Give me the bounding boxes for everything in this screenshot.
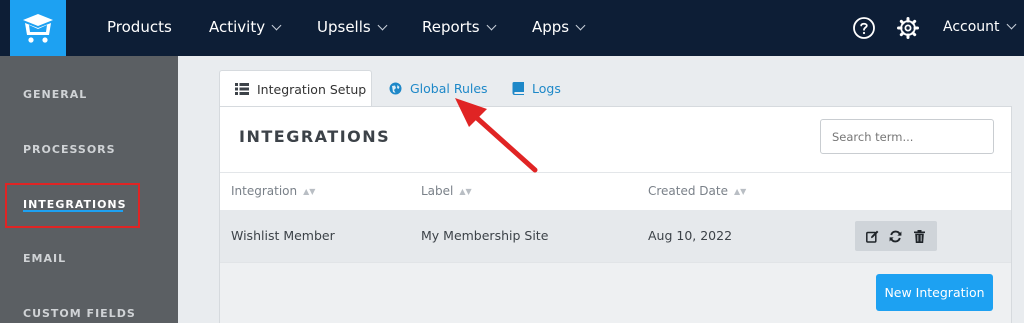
nav-apps[interactable]: Apps [532,17,586,39]
panel-title: INTEGRATIONS [239,127,391,146]
nav-reports-label: Reports [422,18,480,36]
trash-icon[interactable] [910,227,928,245]
column-header-integration[interactable]: Integration ▲▼ [231,184,315,198]
tab-global-rules-label: Global Rules [410,81,488,96]
book-icon [512,82,524,95]
sync-icon[interactable] [887,227,905,245]
top-navigation-bar: Products Activity Upsells Reports Apps A… [0,0,1024,56]
sidebar-item-processors[interactable]: PROCESSORS [23,143,116,156]
row-actions [855,221,937,251]
app-logo[interactable] [10,0,66,56]
sidebar-item-general[interactable]: GENERAL [23,88,87,101]
table-row: Wishlist Member My Membership Site Aug 1… [220,210,1011,262]
help-circle-icon[interactable] [852,16,876,40]
chevron-down-icon [1006,19,1016,30]
column-header-created-date[interactable]: Created Date ▲▼ [648,184,746,198]
edit-icon[interactable] [864,227,882,245]
sidebar-item-email[interactable]: EMAIL [23,252,66,265]
nav-activity-label: Activity [209,18,266,36]
search-input[interactable] [820,119,994,154]
tab-logs-label: Logs [532,81,561,96]
globe-icon [389,82,402,95]
integrations-panel: INTEGRATIONS Integration ▲▼ Label ▲▼ Creat… [219,106,1012,323]
cell-integration: Wishlist Member [231,228,335,243]
tab-integration-setup-label: Integration Setup [257,81,367,97]
panel-footer: New Integration [220,262,1011,323]
cell-created-date: Aug 10, 2022 [648,228,733,243]
annotation-highlight-box [5,183,140,228]
sort-icon: ▲▼ [734,187,747,196]
column-header-label: Created Date [648,184,728,198]
chevron-down-icon [575,20,586,31]
column-header-label: Integration [231,184,298,198]
account-label: Account [943,19,1000,35]
gear-icon[interactable] [896,16,920,40]
new-integration-button[interactable]: New Integration [876,274,993,311]
sort-icon: ▲▼ [303,187,316,196]
nav-upsells[interactable]: Upsells [317,17,388,39]
table-header: Integration ▲▼ Label ▲▼ Created Date ▲▼ [220,172,1011,210]
nav-products-label: Products [107,18,172,36]
nav-activity[interactable]: Activity [209,17,282,39]
nav-apps-label: Apps [532,18,570,36]
box-cart-logo-icon [23,14,53,43]
chevron-down-icon [486,20,496,31]
cell-label: My Membership Site [421,228,549,243]
nav-reports[interactable]: Reports [422,17,496,39]
column-header-label: Label [421,184,454,198]
list-icon [235,83,249,95]
sort-icon: ▲▼ [459,187,472,196]
account-menu[interactable]: Account [943,17,1016,39]
tab-global-rules[interactable]: Global Rules [389,70,488,107]
nav-upsells-label: Upsells [317,18,371,36]
chevron-down-icon [377,20,388,31]
nav-products[interactable]: Products [107,17,172,39]
column-header-label-col[interactable]: Label ▲▼ [421,184,472,198]
tab-logs[interactable]: Logs [512,70,561,107]
chevron-down-icon [271,20,282,31]
tab-integration-setup[interactable]: Integration Setup [219,70,372,107]
sidebar-item-custom-fields[interactable]: CUSTOM FIELDS [23,307,136,320]
